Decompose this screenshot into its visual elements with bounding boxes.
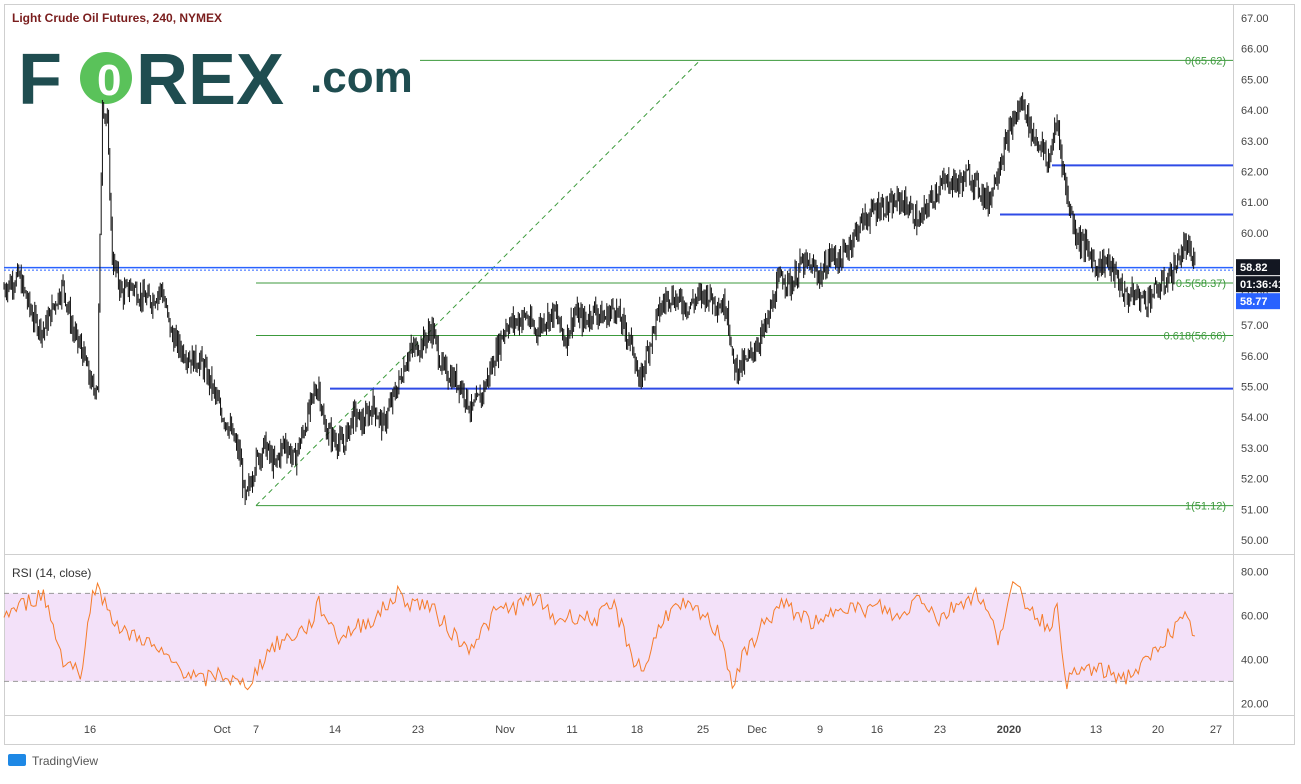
rsi-axis-tick-label: 80.00 — [1241, 566, 1269, 578]
rsi-label: RSI (14, close) — [12, 566, 91, 580]
x-axis-tick-label: 14 — [329, 724, 341, 736]
y-axis-tick-label: 57.00 — [1241, 320, 1269, 332]
y-axis-tick-label: 66.00 — [1241, 44, 1269, 56]
price-badge-label: 58.77 — [1240, 296, 1268, 308]
x-axis-tick-label: 18 — [631, 724, 643, 736]
x-axis-tick-label: 11 — [566, 724, 577, 736]
x-axis-tick-label: 20 — [1152, 724, 1164, 736]
x-axis-tick-label: 9 — [817, 724, 823, 736]
y-axis-tick-label: 52.00 — [1241, 474, 1269, 486]
rsi-band — [5, 593, 1233, 682]
fib-level-label: 1(51.12) — [1185, 501, 1226, 513]
x-axis-tick-label: 7 — [253, 724, 259, 736]
y-axis-tick-label: 61.00 — [1241, 197, 1269, 209]
x-axis-tick-label: 16 — [84, 724, 96, 736]
x-axis-tick-label: Oct — [213, 724, 230, 736]
y-axis-tick-label: 56.00 — [1241, 351, 1269, 363]
y-axis-tick-label: 62.00 — [1241, 167, 1269, 179]
y-axis-tick-label: 63.00 — [1241, 136, 1269, 148]
y-axis-tick-label: 55.00 — [1241, 381, 1269, 393]
tradingview-footer: TradingView — [8, 754, 98, 768]
y-axis-tick-label: 60.00 — [1241, 228, 1269, 240]
logo-dotcom: .com — [310, 53, 413, 102]
chart-container: Light Crude Oil Futures, 240, NYMEX F O … — [0, 0, 1301, 779]
x-axis-tick-label: Dec — [747, 724, 767, 736]
fib-level-label: 0.5(58.37) — [1176, 278, 1226, 290]
logo-letter-f: F — [18, 40, 62, 120]
rsi-axis-tick-label: 60.00 — [1241, 610, 1269, 622]
chart-title: Light Crude Oil Futures, 240, NYMEX — [12, 11, 222, 25]
x-axis-tick-label: 23 — [412, 724, 424, 736]
fib-level-label: 0.618(56.66) — [1164, 330, 1226, 342]
price-chart[interactable]: Light Crude Oil Futures, 240, NYMEX F O … — [0, 0, 1301, 779]
x-axis-tick-label: 2020 — [997, 724, 1021, 736]
fib-level-label: 0(65.62) — [1185, 55, 1226, 67]
x-axis-tick-label: 16 — [871, 724, 883, 736]
logo-o-inner: 0 — [97, 56, 121, 105]
y-axis-tick-label: 65.00 — [1241, 74, 1269, 86]
rsi-axis-tick-label: 40.00 — [1241, 654, 1269, 666]
x-axis-tick-label: 27 — [1210, 724, 1222, 736]
x-axis-tick-label: 13 — [1090, 724, 1102, 736]
logo-letters-rex: REX — [136, 40, 284, 120]
tradingview-icon — [8, 754, 26, 766]
x-axis-tick-label: 25 — [697, 724, 709, 736]
y-axis-tick-label: 64.00 — [1241, 105, 1269, 117]
y-axis-tick-label: 53.00 — [1241, 443, 1269, 455]
y-axis-tick-label: 51.00 — [1241, 504, 1269, 516]
price-badge-label: 01:36:41 — [1240, 279, 1284, 291]
x-axis-tick-label: 23 — [934, 724, 946, 736]
price-badge-label: 58.82 — [1240, 262, 1268, 274]
tradingview-brand: TradingView — [32, 754, 98, 768]
x-axis-tick-label: Nov — [495, 724, 515, 736]
y-axis-tick-label: 50.00 — [1241, 535, 1269, 547]
y-axis-tick-label: 54.00 — [1241, 412, 1269, 424]
rsi-axis-tick-label: 20.00 — [1241, 698, 1269, 710]
y-axis-tick-label: 67.00 — [1241, 13, 1269, 25]
